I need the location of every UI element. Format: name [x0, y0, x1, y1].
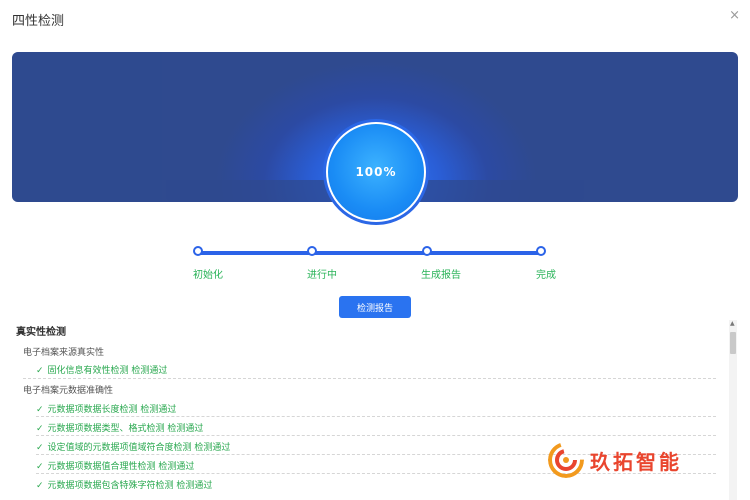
- check-item-text: 元数据项数据包含特殊字符检测 检测通过: [47, 481, 213, 491]
- step-label-done: 完成: [536, 270, 556, 281]
- divider: [36, 416, 716, 417]
- dialog-title: 四性检测: [12, 14, 65, 29]
- check-icon: ✓: [36, 443, 44, 453]
- group-metadata-accuracy: 电子档案元数据准确性: [23, 386, 114, 396]
- check-item-text: 元数据项数据类型、格式检测 检测通过: [47, 424, 204, 434]
- step-dot-3: [422, 246, 432, 256]
- check-item: ✓ 元数据项数据值合理性检测 检测通过: [36, 459, 194, 472]
- step-label-init: 初始化: [193, 270, 223, 281]
- check-item: ✓ 固化信息有效性检测 检测通过: [36, 363, 167, 376]
- step-dot-4: [536, 246, 546, 256]
- report-button[interactable]: 检测报告: [339, 296, 411, 318]
- check-item-text: 元数据项数据长度检测 检测通过: [47, 405, 177, 415]
- check-icon: ✓: [36, 405, 44, 415]
- logo-mark-icon: [548, 442, 584, 478]
- check-item: ✓ 元数据项数据长度检测 检测通过: [36, 402, 176, 415]
- divider: [36, 435, 716, 436]
- check-item: ✓ 元数据项数据包含特殊字符检测 检测通过: [36, 478, 212, 491]
- divider: [23, 378, 716, 379]
- progress-percent: 100%: [355, 165, 397, 179]
- check-icon: ✓: [36, 481, 44, 491]
- step-dot-2: [307, 246, 317, 256]
- check-item-text: 元数据项数据值合理性检测 检测通过: [47, 462, 195, 472]
- check-icon: ✓: [36, 366, 44, 376]
- logo-text: 玖拓智能: [590, 449, 682, 474]
- check-item-text: 固化信息有效性检测 检测通过: [47, 366, 168, 376]
- step-label-report: 生成报告: [421, 270, 461, 281]
- banner-shade: [12, 52, 162, 202]
- progress-circle: 100%: [323, 119, 429, 225]
- check-item-text: 设定值域的元数据项值域符合度检测 检测通过: [47, 443, 231, 453]
- group-source-authenticity: 电子档案来源真实性: [23, 348, 105, 358]
- close-icon[interactable]: ×: [729, 8, 740, 23]
- check-item: ✓ 元数据项数据类型、格式检测 检测通过: [36, 421, 203, 434]
- step-track: [198, 251, 542, 255]
- brand-logo: 玖拓智能: [548, 440, 718, 480]
- scroll-up-icon[interactable]: ▲: [730, 320, 735, 327]
- check-item: ✓ 设定值域的元数据项值域符合度检测 检测通过: [36, 440, 230, 453]
- section-title: 真实性检测: [16, 327, 66, 338]
- step-dot-1: [193, 246, 203, 256]
- check-icon: ✓: [36, 462, 44, 472]
- step-label-running: 进行中: [307, 270, 337, 281]
- progress-circle-inner: 100%: [326, 122, 426, 222]
- scrollbar-thumb[interactable]: [730, 332, 736, 354]
- check-icon: ✓: [36, 424, 44, 434]
